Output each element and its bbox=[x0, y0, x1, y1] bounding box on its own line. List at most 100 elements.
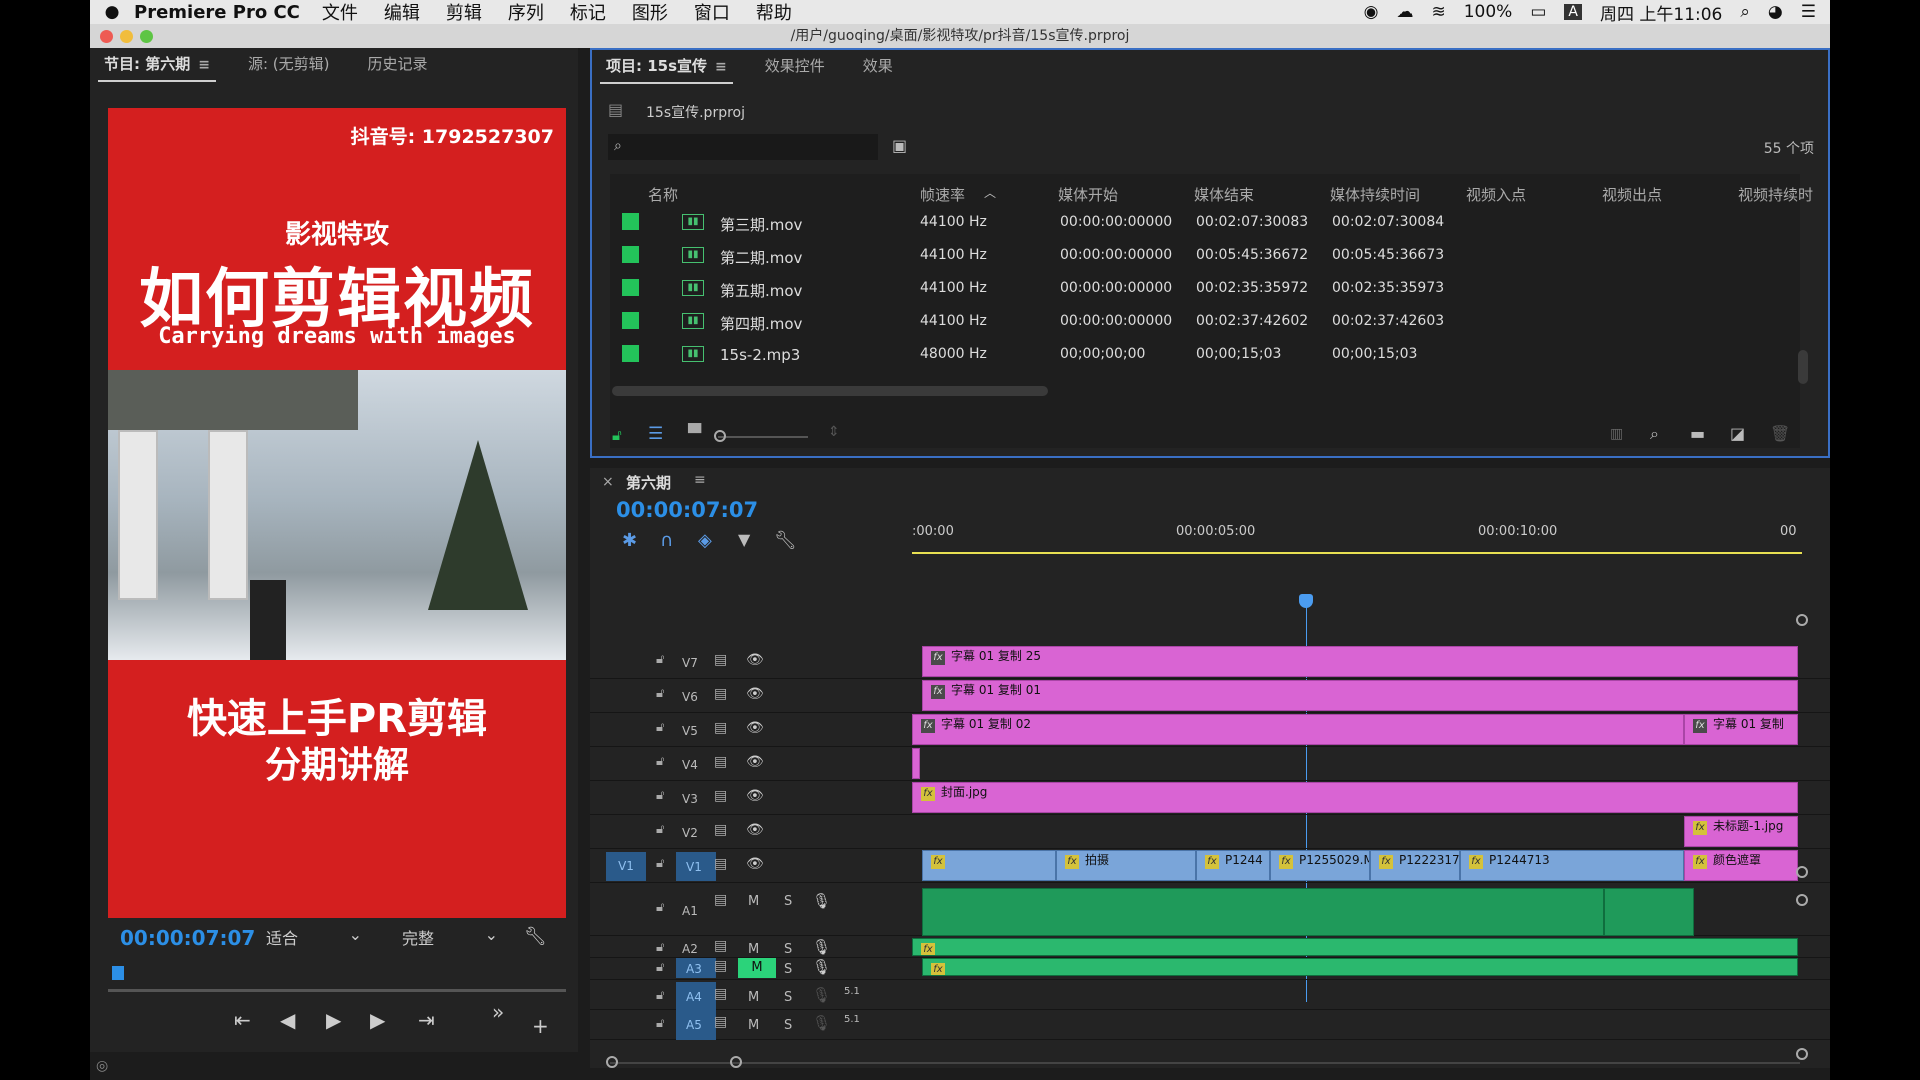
zoom-window-button[interactable] bbox=[140, 30, 153, 43]
menu-graphics[interactable]: 图形 bbox=[632, 0, 668, 25]
step-forward-icon[interactable]: ▶︎ bbox=[370, 1008, 385, 1032]
solo-button[interactable]: S bbox=[784, 990, 792, 1005]
table-row[interactable]: ▮▮ 第四期.mov 44100 Hz 00:00:00:00000 00:02… bbox=[610, 305, 1800, 338]
tab-project[interactable]: 项目: 15s宣传 ≡ bbox=[592, 55, 741, 86]
menu-marker[interactable]: 标记 bbox=[570, 0, 606, 25]
label-color-swatch[interactable] bbox=[622, 345, 639, 362]
clip[interactable] bbox=[912, 748, 920, 779]
menu-edit[interactable]: 编辑 bbox=[384, 0, 420, 25]
mute-button[interactable]: M bbox=[748, 942, 759, 957]
lock-icon[interactable]: 🔓︎ bbox=[656, 652, 664, 667]
program-timecode[interactable]: 00:00:07:07 bbox=[120, 926, 255, 950]
sync-lock-icon[interactable]: ▤ bbox=[714, 788, 727, 804]
eye-icon[interactable]: 👁︎ bbox=[746, 754, 764, 770]
menu-window[interactable]: 窗口 bbox=[694, 0, 730, 25]
tab-effects[interactable]: 效果 bbox=[849, 55, 907, 86]
eye-icon[interactable]: 👁︎ bbox=[746, 788, 764, 804]
linked-selection-icon[interactable]: ◈ bbox=[698, 530, 712, 551]
panel-menu-icon[interactable]: ≡ bbox=[715, 59, 727, 75]
zoom-handle-left[interactable] bbox=[606, 1056, 618, 1068]
audio-clip[interactable] bbox=[1604, 888, 1694, 936]
col-media-start[interactable]: 媒体开始 bbox=[1058, 184, 1118, 205]
sync-lock-icon[interactable]: ▤ bbox=[714, 1014, 727, 1030]
label-color-swatch[interactable] bbox=[622, 279, 639, 296]
lock-icon[interactable]: 🔓︎ bbox=[656, 940, 664, 955]
lock-icon[interactable]: 🔓︎ bbox=[656, 754, 664, 769]
close-window-button[interactable] bbox=[100, 30, 113, 43]
lock-icon[interactable]: 🔓︎ bbox=[612, 426, 622, 444]
notification-center-icon[interactable]: ☰ bbox=[1801, 2, 1816, 22]
menu-help[interactable]: 帮助 bbox=[756, 0, 792, 25]
playhead-marker[interactable] bbox=[112, 966, 124, 980]
sequence-tab[interactable]: 第六期 bbox=[626, 472, 671, 493]
clip[interactable]: fx 颜色遮罩 bbox=[1684, 850, 1798, 881]
battery-label[interactable]: 100% bbox=[1464, 2, 1513, 22]
lock-icon[interactable]: 🔓︎ bbox=[656, 856, 664, 871]
horizontal-scrollbar[interactable] bbox=[612, 386, 1048, 396]
status-icon[interactable]: ◎ bbox=[96, 1058, 108, 1074]
clip[interactable]: fx P1255029.MP bbox=[1270, 850, 1370, 881]
apple-icon[interactable]: ● bbox=[90, 2, 134, 22]
more-controls-icon[interactable]: » bbox=[492, 1000, 504, 1024]
label-color-swatch[interactable] bbox=[622, 312, 639, 329]
lock-icon[interactable]: 🔓︎ bbox=[656, 900, 664, 915]
menu-clip[interactable]: 剪辑 bbox=[446, 0, 482, 25]
eye-icon[interactable]: 👁︎ bbox=[746, 720, 764, 736]
new-search-bin-icon[interactable]: ▣ bbox=[892, 136, 907, 155]
slider-knob[interactable] bbox=[714, 430, 726, 442]
scroll-handle[interactable] bbox=[1796, 894, 1808, 906]
clip[interactable]: fx P1244 bbox=[1196, 850, 1270, 881]
microphone-icon[interactable]: 🎙︎ bbox=[812, 1014, 831, 1032]
scroll-handle[interactable] bbox=[1796, 1048, 1808, 1060]
wifi-icon[interactable]: ≋ bbox=[1431, 2, 1445, 22]
mute-button[interactable]: M bbox=[748, 1018, 759, 1033]
table-row[interactable]: ▮▮ 第二期.mov 44100 Hz 00:00:00:00000 00:05… bbox=[610, 239, 1800, 272]
mute-button[interactable]: M bbox=[748, 894, 759, 909]
audio-clip[interactable]: fx bbox=[912, 938, 1798, 956]
record-icon[interactable]: ◉ bbox=[1364, 2, 1379, 22]
close-icon[interactable]: × bbox=[602, 474, 614, 490]
clip[interactable]: fx bbox=[922, 850, 1056, 881]
new-bin-icon[interactable]: ▬ bbox=[1690, 424, 1705, 443]
col-name[interactable]: 名称 bbox=[648, 184, 678, 205]
sync-lock-icon[interactable]: ▤ bbox=[714, 938, 727, 954]
list-view-icon[interactable]: ☰ bbox=[648, 424, 663, 444]
col-video-duration[interactable]: 视频持续时 bbox=[1738, 184, 1813, 205]
add-button-icon[interactable]: + bbox=[532, 1014, 549, 1038]
microphone-icon[interactable]: 🎙︎ bbox=[812, 986, 831, 1004]
sync-lock-icon[interactable]: ▤ bbox=[714, 892, 727, 908]
tab-effect-controls[interactable]: 效果控件 bbox=[751, 55, 839, 86]
mute-button-active[interactable]: M bbox=[738, 958, 776, 978]
sync-lock-icon[interactable]: ▤ bbox=[714, 720, 727, 736]
trash-icon[interactable]: 🗑︎ bbox=[1770, 424, 1790, 443]
project-search-input[interactable] bbox=[608, 134, 878, 160]
solo-button[interactable]: S bbox=[784, 1018, 792, 1033]
microphone-icon[interactable]: 🎙︎ bbox=[812, 892, 831, 910]
solo-button[interactable]: S bbox=[784, 942, 792, 957]
table-row[interactable]: ▮▮ 第五期.mov 44100 Hz 00:00:00:00000 00:02… bbox=[610, 272, 1800, 305]
battery-icon[interactable]: ▭ bbox=[1530, 2, 1546, 22]
nest-sequence-icon[interactable]: ✱ bbox=[622, 530, 637, 551]
clip[interactable]: fx P1244713 bbox=[1460, 850, 1684, 881]
horizontal-zoom-bar[interactable] bbox=[610, 1062, 1800, 1064]
wrench-icon[interactable]: 🔧︎ bbox=[524, 926, 547, 947]
table-row[interactable]: ▮▮ 15s-2.mp3 48000 Hz 00;00;00;00 00;00;… bbox=[610, 338, 1800, 371]
new-item-icon[interactable]: ◪ bbox=[1730, 424, 1745, 443]
go-to-in-icon[interactable]: ⇤ bbox=[234, 1008, 251, 1032]
clock[interactable]: 周四 上午11:06 bbox=[1600, 0, 1722, 25]
eye-icon[interactable]: 👁︎ bbox=[746, 686, 764, 702]
sync-lock-icon[interactable]: ▤ bbox=[714, 652, 727, 668]
input-method[interactable]: A bbox=[1564, 4, 1582, 20]
play-icon[interactable]: ▶︎ bbox=[326, 1008, 341, 1032]
label-color-swatch[interactable] bbox=[622, 213, 639, 230]
minimize-window-button[interactable] bbox=[120, 30, 133, 43]
sync-lock-icon[interactable]: ▤ bbox=[714, 958, 727, 974]
sync-lock-icon[interactable]: ▤ bbox=[714, 822, 727, 838]
zoom-handle[interactable] bbox=[1796, 614, 1808, 626]
fit-dropdown[interactable]: 适合 bbox=[260, 922, 368, 952]
lock-icon[interactable]: 🔓︎ bbox=[656, 686, 664, 701]
mute-button[interactable]: M bbox=[748, 990, 759, 1005]
creative-cloud-icon[interactable]: ☁ bbox=[1396, 2, 1413, 22]
col-media-end[interactable]: 媒体结束 bbox=[1194, 184, 1254, 205]
audio-clip[interactable]: fx bbox=[922, 958, 1798, 976]
